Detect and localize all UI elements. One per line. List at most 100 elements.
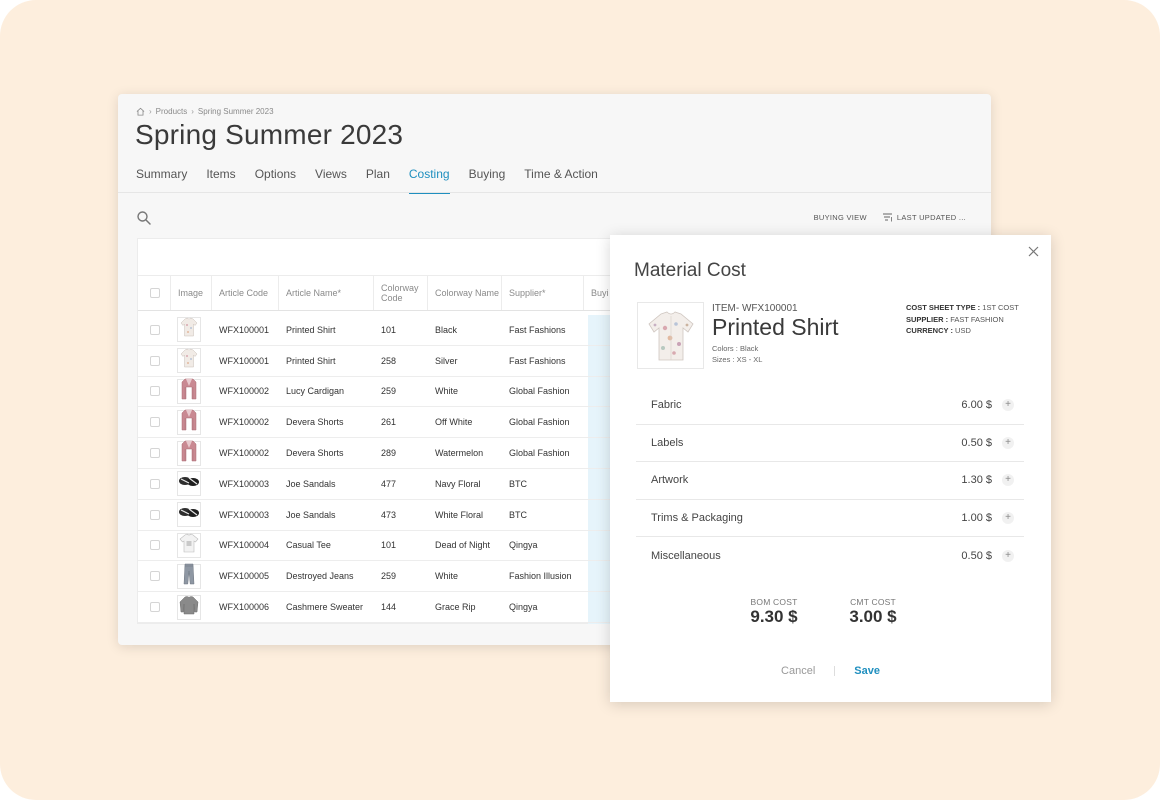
cost-label: Artwork xyxy=(651,474,689,487)
tab-costing[interactable]: Costing xyxy=(408,167,450,194)
table-row[interactable]: WFX100002 Lucy Cardigan 259 White Global Fas… xyxy=(138,377,618,408)
colorway-name-cell: White Floral xyxy=(435,509,484,520)
close-icon[interactable] xyxy=(1028,246,1039,257)
table-row[interactable]: WFX100005 Destroyed Jeans 259 White Fashion … xyxy=(138,561,618,593)
row-checkbox[interactable] xyxy=(150,386,160,397)
article-thumbnail[interactable] xyxy=(177,532,201,558)
sandals-icon xyxy=(178,505,200,524)
product-colors: Colors : Black xyxy=(712,344,758,353)
article-code-cell: WFX100004 xyxy=(219,540,270,551)
toolbar: BUYING VIEW LAST UPDATED ... xyxy=(814,213,966,222)
cost-value: 0.50 $ xyxy=(961,549,992,562)
cost-list: Fabric 6.00 $ + Labels 0.50 $ + Artwork … xyxy=(636,387,1024,575)
table-row[interactable]: WFX100004 Casual Tee 101 Dead of Night Qingy… xyxy=(138,531,618,562)
row-image-cell xyxy=(171,440,212,466)
tab-options[interactable]: Options xyxy=(255,167,296,194)
article-code-cell: WFX100002 xyxy=(219,417,270,428)
article-code-cell: WFX100002 xyxy=(219,448,270,459)
plus-icon[interactable]: + xyxy=(1002,474,1014,487)
breadcrumb-current[interactable]: Spring Summer 2023 xyxy=(198,107,274,116)
article-thumbnail[interactable] xyxy=(177,502,201,528)
table-row[interactable]: WFX100002 Devera Shorts 261 Off White Global… xyxy=(138,407,618,439)
article-thumbnail[interactable] xyxy=(177,317,201,343)
actions-divider xyxy=(834,666,836,676)
table-row[interactable]: WFX100003 Joe Sandals 473 White Floral BTC xyxy=(138,500,618,531)
tab-plan[interactable]: Plan xyxy=(366,167,390,194)
article-name-cell: Printed Shirt xyxy=(286,355,336,366)
breadcrumb: › Products › Spring Summer 2023 xyxy=(136,107,274,116)
table-row[interactable]: WFX100002 Devera Shorts 289 Watermelon Globa… xyxy=(138,438,618,469)
product-name: Printed Shirt xyxy=(712,314,839,340)
article-code-cell: WFX100002 xyxy=(219,386,270,397)
sort-icon xyxy=(882,213,892,222)
plus-icon[interactable]: + xyxy=(1002,436,1014,449)
product-sizes: Sizes : XS - XL xyxy=(712,355,762,364)
tab-views[interactable]: Views xyxy=(315,167,347,194)
colorway-name-cell: Dead of Night xyxy=(435,540,491,551)
cmt-cost-label: CMT COST xyxy=(850,597,896,607)
colorway-code-cell: 259 xyxy=(381,571,397,582)
article-thumbnail[interactable] xyxy=(177,348,201,374)
article-thumbnail[interactable] xyxy=(177,440,201,466)
article-thumbnail[interactable] xyxy=(177,471,201,497)
tab-buying[interactable]: Buying xyxy=(469,167,506,194)
tab-time-action[interactable]: Time & Action xyxy=(524,167,598,194)
save-button[interactable]: Save xyxy=(854,665,880,677)
supplier-cell: Fast Fashions xyxy=(509,355,566,366)
header-colorway-code[interactable]: Colorway Code xyxy=(374,276,428,310)
breadcrumb-products[interactable]: Products xyxy=(156,107,188,116)
header-colorway-name[interactable]: Colorway Name xyxy=(428,276,502,310)
cardigan-icon xyxy=(181,378,197,405)
cost-value: 1.30 $ xyxy=(961,474,992,487)
row-checkbox[interactable] xyxy=(150,417,160,428)
supplier-label: SUPPLIER : xyxy=(906,314,949,324)
colorway-code-cell: 473 xyxy=(381,509,397,520)
colorway-name-cell: Silver xyxy=(435,355,458,366)
row-checkbox[interactable] xyxy=(150,448,160,459)
cost-row-artwork: Artwork 1.30 $ + xyxy=(636,462,1024,500)
plus-icon[interactable]: + xyxy=(1002,549,1014,562)
row-checkbox[interactable] xyxy=(150,324,160,335)
row-checkbox[interactable] xyxy=(150,509,160,520)
cancel-button[interactable]: Cancel xyxy=(781,665,815,677)
table-row[interactable]: WFX100006 Cashmere Sweater 144 Grace Rip Qin… xyxy=(138,592,618,623)
colorway-code-cell: 477 xyxy=(381,478,397,489)
plus-icon[interactable]: + xyxy=(1002,399,1014,412)
colorway-code-cell: 101 xyxy=(381,540,397,551)
article-thumbnail[interactable] xyxy=(177,378,201,405)
home-icon[interactable] xyxy=(136,107,145,116)
select-all-checkbox[interactable] xyxy=(150,288,160,298)
article-code-cell: WFX100003 xyxy=(219,509,270,520)
modal-actions: Cancel Save xyxy=(610,665,1051,677)
tab-summary[interactable]: Summary xyxy=(136,167,187,194)
article-code-cell: WFX100001 xyxy=(219,324,270,335)
table-row[interactable]: WFX100003 Joe Sandals 477 Navy Floral BTC xyxy=(138,469,618,500)
buying-view-button[interactable]: BUYING VIEW xyxy=(814,213,867,222)
plus-icon[interactable]: + xyxy=(1002,511,1014,524)
header-article-code[interactable]: Article Code xyxy=(212,276,279,310)
row-checkbox[interactable] xyxy=(150,478,160,489)
article-thumbnail[interactable] xyxy=(177,563,201,589)
header-article-name[interactable]: Article Name* xyxy=(279,276,374,310)
supplier-cell: BTC xyxy=(509,478,527,489)
tab-items[interactable]: Items xyxy=(206,167,235,194)
shirt-icon xyxy=(647,311,694,360)
search-icon[interactable] xyxy=(136,210,152,226)
cost-label: Labels xyxy=(651,436,684,449)
table-row[interactable]: WFX100001 Printed Shirt 101 Black Fast Fashi… xyxy=(138,315,618,346)
row-checkbox[interactable] xyxy=(150,571,160,582)
row-checkbox[interactable] xyxy=(150,602,160,613)
article-thumbnail[interactable] xyxy=(177,594,201,620)
row-checkbox[interactable] xyxy=(150,355,160,366)
article-thumbnail[interactable] xyxy=(177,409,201,435)
article-name-cell: Joe Sandals xyxy=(286,509,336,520)
supplier-cell: Qingya xyxy=(509,540,538,551)
cost-label: Fabric xyxy=(651,399,682,412)
cost-value: 6.00 $ xyxy=(961,399,992,412)
table-row[interactable]: WFX100001 Printed Shirt 258 Silver Fast Fash… xyxy=(138,346,618,377)
header-supplier[interactable]: Supplier* xyxy=(502,276,584,310)
colorway-name-cell: Navy Floral xyxy=(435,478,481,489)
sort-button[interactable]: LAST UPDATED ... xyxy=(882,213,966,222)
supplier-cell: Qingya xyxy=(509,602,538,613)
row-checkbox[interactable] xyxy=(150,540,160,551)
